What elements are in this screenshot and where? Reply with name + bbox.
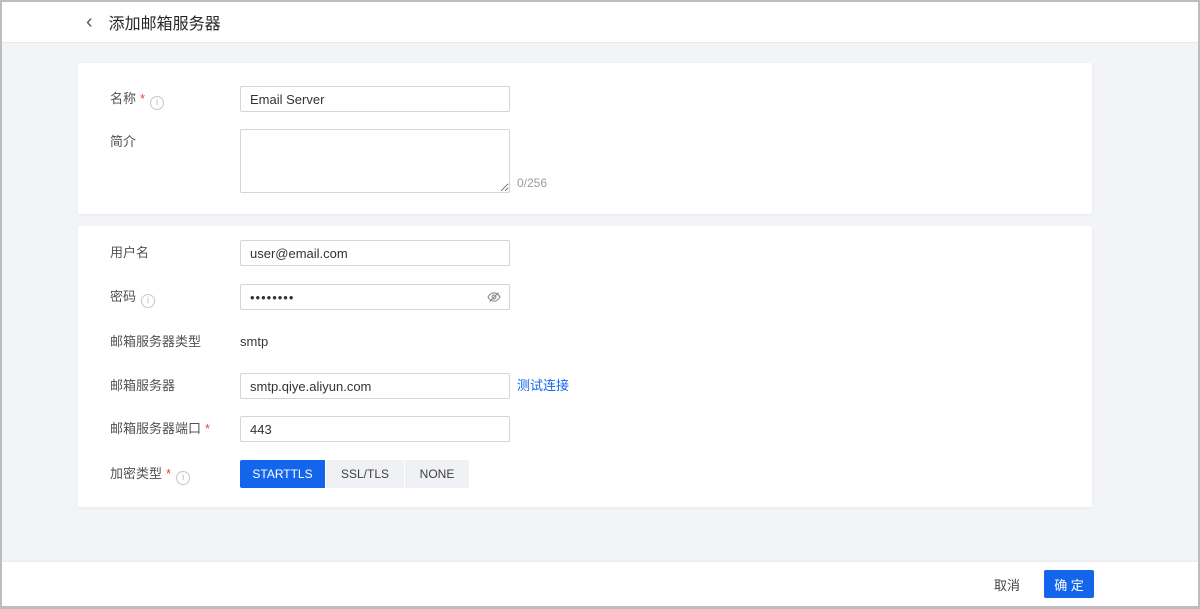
encryption-option-starttls[interactable]: STARTTLS	[240, 460, 325, 488]
password-input[interactable]	[240, 284, 510, 310]
description-textarea[interactable]	[240, 129, 510, 193]
server-port-label-text: 邮箱服务器端口	[110, 421, 201, 436]
char-counter: 0/256	[517, 176, 547, 193]
server-port-row: 邮箱服务器端口 *	[110, 416, 1092, 442]
server-host-label-text: 邮箱服务器	[110, 378, 175, 393]
test-connection-link[interactable]: 测试连接	[517, 373, 569, 399]
description-field: 0/256	[240, 129, 547, 193]
server-type-row: 邮箱服务器类型 smtp	[110, 334, 1092, 350]
name-label-text: 名称	[110, 91, 136, 106]
required-mark: *	[205, 421, 210, 436]
server-port-input[interactable]	[240, 416, 510, 442]
password-row: 密码 i	[110, 284, 1092, 310]
basic-info-card: 名称 * i 简介 0/256	[78, 63, 1092, 214]
page-title: 添加邮箱服务器	[109, 10, 221, 34]
server-type-value: smtp	[240, 334, 268, 350]
server-host-row: 邮箱服务器 测试连接	[110, 373, 1092, 399]
server-settings-card: 用户名 密码 i 邮箱服务器类型	[78, 226, 1092, 507]
info-icon[interactable]: i	[141, 294, 155, 308]
add-email-server-page: ‹ 添加邮箱服务器 名称 * i 简介 0/256	[0, 0, 1200, 609]
server-type-label: 邮箱服务器类型	[110, 334, 240, 350]
footer-action-bar: 取消 确 定	[2, 562, 1198, 606]
description-label-text: 简介	[110, 134, 136, 149]
server-port-label: 邮箱服务器端口 *	[110, 416, 240, 442]
encryption-option-none[interactable]: NONE	[405, 460, 469, 488]
description-row: 简介 0/256	[110, 129, 1092, 193]
form-content: 名称 * i 简介 0/256 用户名	[2, 43, 1198, 507]
required-mark: *	[166, 466, 171, 481]
cancel-button[interactable]: 取消	[994, 575, 1020, 594]
info-icon[interactable]: i	[150, 96, 164, 110]
info-icon[interactable]: i	[176, 471, 190, 485]
username-input[interactable]	[240, 240, 510, 266]
back-icon[interactable]: ‹	[86, 12, 93, 32]
name-input[interactable]	[240, 86, 510, 112]
eye-off-icon[interactable]	[486, 289, 502, 305]
name-row: 名称 * i	[110, 86, 1092, 112]
password-label: 密码 i	[110, 284, 240, 310]
server-type-label-text: 邮箱服务器类型	[110, 334, 201, 349]
encryption-segmented-control: STARTTLS SSL/TLS NONE	[240, 460, 469, 488]
server-host-input[interactable]	[240, 373, 510, 399]
name-label: 名称 * i	[110, 86, 240, 112]
server-host-label: 邮箱服务器	[110, 373, 240, 399]
username-row: 用户名	[110, 240, 1092, 266]
username-label-text: 用户名	[110, 245, 149, 260]
username-label: 用户名	[110, 240, 240, 266]
encryption-row: 加密类型 * i STARTTLS SSL/TLS NONE	[110, 460, 1092, 488]
confirm-button[interactable]: 确 定	[1044, 570, 1094, 598]
password-field	[240, 284, 510, 310]
page-header: ‹ 添加邮箱服务器	[2, 2, 1198, 43]
encryption-option-ssltls[interactable]: SSL/TLS	[326, 460, 404, 488]
description-label: 简介	[110, 129, 240, 193]
encryption-label: 加密类型 * i	[110, 460, 240, 488]
password-label-text: 密码	[110, 289, 136, 304]
required-mark: *	[140, 91, 145, 106]
encryption-label-text: 加密类型	[110, 466, 162, 481]
